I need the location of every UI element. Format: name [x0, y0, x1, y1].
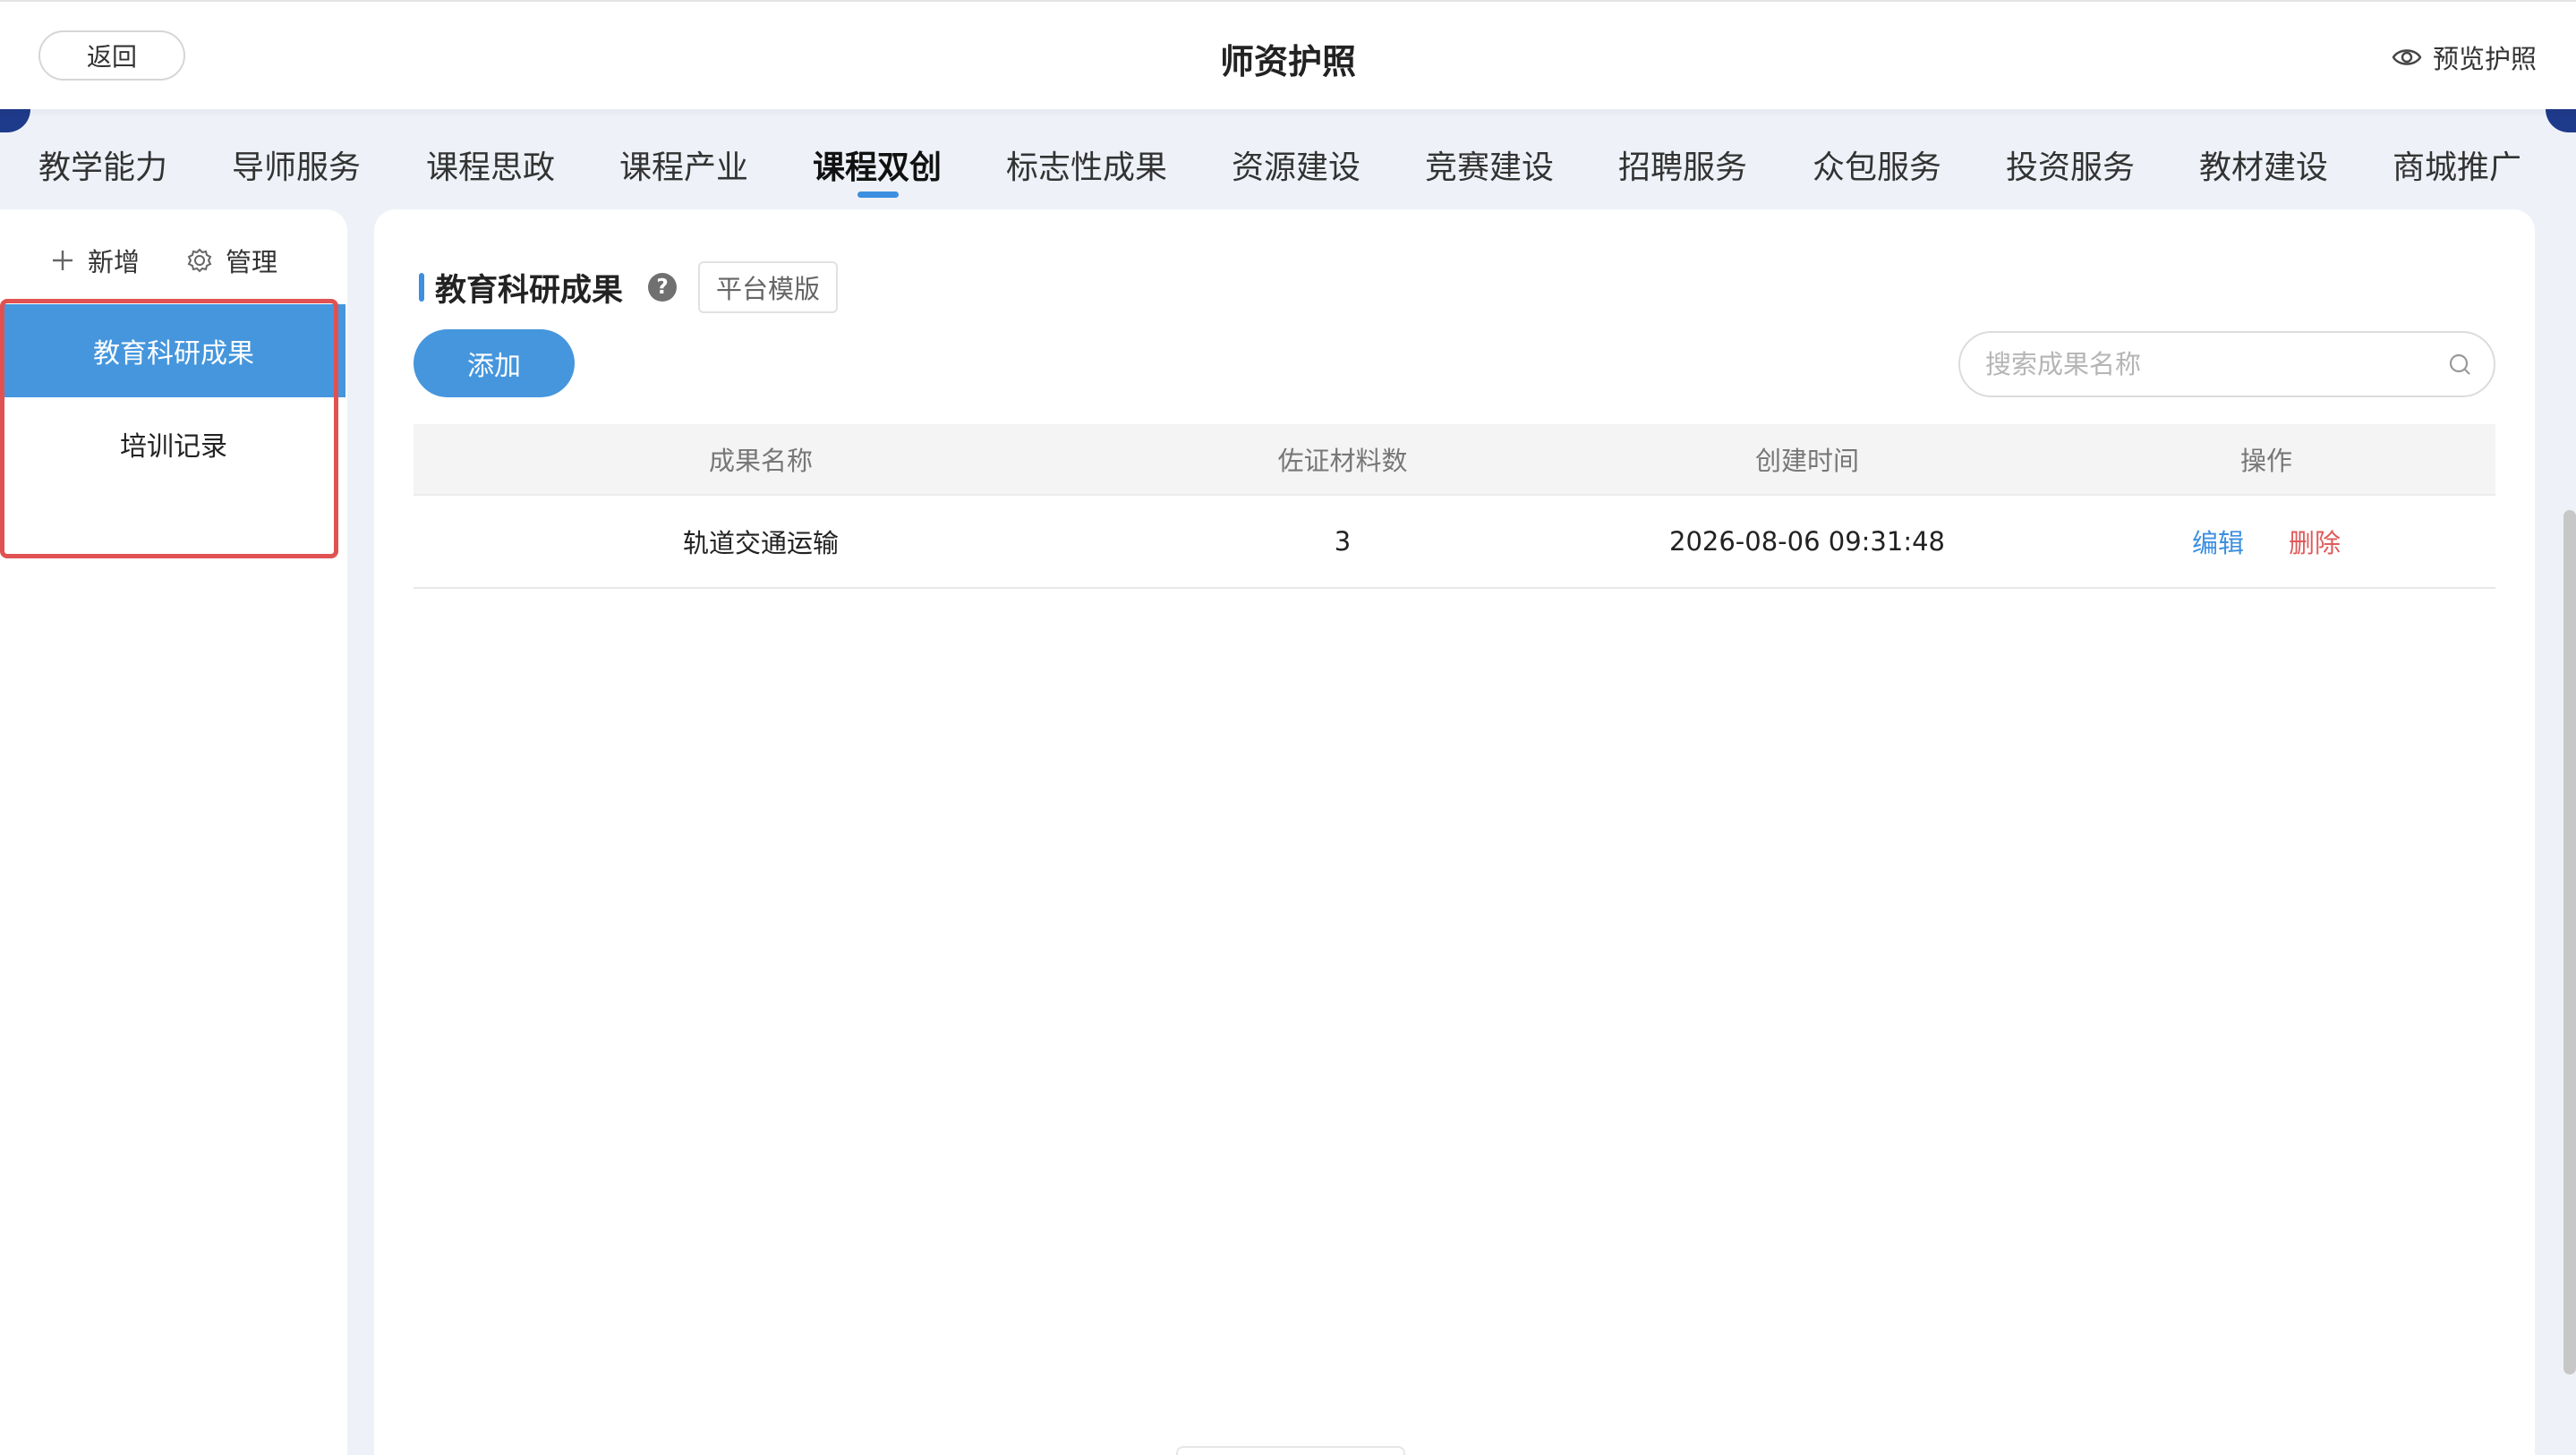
tab-mentor-service[interactable]: 导师服务: [232, 141, 361, 188]
table-header: 成果名称 佐证材料数 创建时间 操作: [414, 424, 2495, 496]
column-header-created-time: 创建时间: [1754, 446, 1859, 476]
plus-icon: [53, 251, 73, 270]
cell-created-time: 2026-08-06 09:31:48: [1669, 526, 1945, 557]
cell-actions: 编辑 删除: [2037, 523, 2495, 560]
results-table: 成果名称 佐证材料数 创建时间 操作 轨道交通运输 3 2026-08-06 0…: [414, 424, 2495, 589]
category-tabs: 教学能力 导师服务 课程思政 课程产业 课程双创 标志性成果 资源建设 竞赛建设…: [0, 109, 2576, 209]
tab-course-industry[interactable]: 课程产业: [619, 141, 748, 188]
tab-resource-building[interactable]: 资源建设: [1232, 141, 1361, 188]
tab-mall-promotion[interactable]: 商城推广: [2393, 141, 2521, 188]
title-accent-bar: [419, 273, 424, 302]
eye-icon: [2392, 49, 2422, 65]
main-panel: 教育科研成果 ? 平台模版 添加 成果名称 佐证材料数 创建时间 操作 轨道交通…: [374, 209, 2535, 1455]
column-header-actions: 操作: [2239, 446, 2292, 476]
preview-passport-button[interactable]: 预览护照: [2392, 38, 2537, 77]
delete-link[interactable]: 删除: [2289, 523, 2341, 560]
sidebar: 新增 管理 教育科研成果 培训记录: [0, 209, 347, 1455]
cell-name: 轨道交通运输: [682, 528, 839, 558]
section-title: 教育科研成果: [435, 272, 624, 309]
tab-course-ideology[interactable]: 课程思政: [426, 141, 555, 188]
active-tab-indicator: [857, 191, 899, 198]
sidebar-item-training-records[interactable]: 培训记录: [2, 397, 345, 490]
add-category-label: 新增: [88, 247, 141, 277]
table-row: 轨道交通运输 3 2026-08-06 09:31:48 编辑 删除: [414, 496, 2495, 589]
sidebar-actions: 新增 管理: [50, 242, 277, 279]
add-button[interactable]: 添加: [414, 329, 575, 397]
scrollbar[interactable]: [2563, 510, 2576, 1374]
top-header: 返回 师资护照 预览护照: [0, 0, 2576, 109]
column-header-name: 成果名称: [708, 446, 813, 476]
tab-recruitment-service[interactable]: 招聘服务: [1618, 141, 1747, 188]
help-icon[interactable]: ?: [648, 273, 678, 302]
manage-category-label: 管理: [226, 247, 278, 277]
tab-landmark-results[interactable]: 标志性成果: [1006, 141, 1167, 188]
search-icon[interactable]: [2447, 352, 2472, 377]
add-category-button[interactable]: 新增: [50, 242, 140, 279]
platform-template-tag[interactable]: 平台模版: [698, 261, 839, 313]
sidebar-item-research-results[interactable]: 教育科研成果: [2, 304, 345, 397]
section-header: 教育科研成果 ? 平台模版: [419, 261, 839, 313]
tab-course-innovation[interactable]: 课程双创: [813, 141, 942, 188]
cell-evidence-count: 3: [1334, 526, 1352, 557]
tab-textbook-building[interactable]: 教材建设: [2199, 141, 2328, 188]
tab-crowdsourcing-service[interactable]: 众包服务: [1813, 141, 1941, 188]
bottom-edge-tab: [1176, 1446, 1405, 1455]
tab-investment-service[interactable]: 投资服务: [2006, 141, 2135, 188]
tab-teaching-ability[interactable]: 教学能力: [38, 141, 167, 188]
page-title: 师资护照: [1219, 42, 1356, 81]
search-box: [1958, 331, 2495, 397]
tab-competition-building[interactable]: 竞赛建设: [1425, 141, 1554, 188]
search-input[interactable]: [1985, 349, 2447, 379]
preview-label: 预览护照: [2432, 44, 2537, 74]
manage-category-button[interactable]: 管理: [186, 242, 277, 279]
edit-link[interactable]: 编辑: [2192, 523, 2244, 560]
gear-icon: [187, 248, 212, 273]
column-header-evidence-count: 佐证材料数: [1277, 446, 1408, 476]
